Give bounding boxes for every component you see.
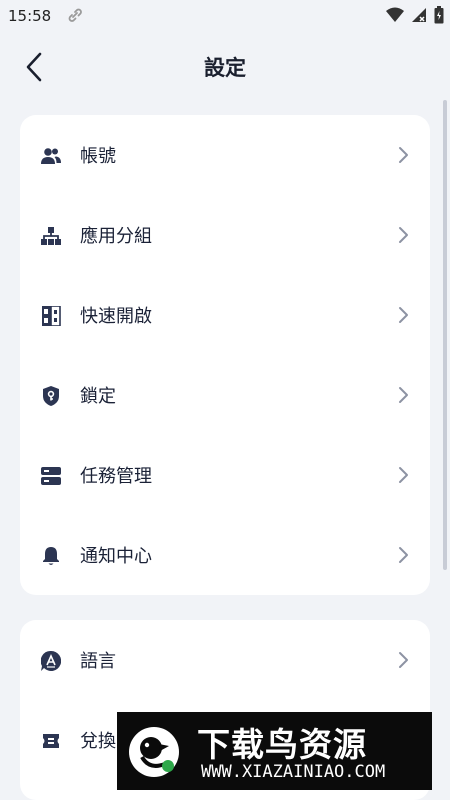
language-icon: [40, 650, 62, 672]
settings-item-task-management[interactable]: 任務管理: [20, 435, 430, 515]
watermark-title: 下载鸟资源: [197, 725, 367, 764]
settings-item-notification-center[interactable]: 通知中心: [20, 515, 430, 595]
header: 設定: [0, 38, 450, 96]
scrollbar[interactable]: [443, 100, 447, 570]
status-icons: [386, 6, 444, 28]
chevron-right-icon: [399, 387, 408, 403]
quick-open-icon: [40, 305, 62, 327]
status-bar: 15:58: [0, 0, 450, 32]
watermark-url: WWW.XIAZAINIAO.COM: [201, 762, 386, 782]
page-title: 設定: [204, 56, 246, 80]
watermark-bird-logo-icon: [129, 727, 179, 777]
settings-item-label: 快速開啟: [80, 306, 152, 327]
link-icon: [67, 7, 83, 27]
chevron-right-icon: [399, 227, 408, 243]
settings-item-language[interactable]: 語言: [20, 620, 430, 700]
redeem-icon: [40, 730, 62, 752]
settings-item-app-group[interactable]: 應用分組: [20, 195, 430, 275]
settings-item-quick-open[interactable]: 快速開啟: [20, 275, 430, 355]
settings-item-label: 語言: [80, 651, 116, 672]
chevron-right-icon: [399, 147, 408, 163]
settings-item-label: 帳號: [80, 146, 116, 167]
chevron-right-icon: [399, 307, 408, 323]
account-users-icon: [40, 145, 62, 167]
settings-item-label: 兌換: [80, 731, 116, 752]
settings-item-label: 任務管理: [80, 466, 152, 487]
settings-item-label: 通知中心: [80, 546, 152, 567]
status-time: 15:58: [8, 7, 52, 25]
chevron-right-icon: [399, 547, 408, 563]
chevron-right-icon: [399, 467, 408, 483]
watermark-banner: 下载鸟资源 WWW.XIAZAINIAO.COM: [117, 712, 432, 790]
notification-bell-icon: [40, 545, 62, 567]
app-group-icon: [40, 225, 62, 247]
settings-item-label: 應用分組: [80, 226, 152, 247]
wifi-icon: [386, 7, 404, 27]
chevron-right-icon: [399, 652, 408, 668]
settings-item-account[interactable]: 帳號: [20, 115, 430, 195]
task-management-icon: [40, 465, 62, 487]
signal-icon: [410, 7, 428, 27]
lock-shield-icon: [40, 385, 62, 407]
battery-icon: [434, 6, 444, 28]
settings-item-lock[interactable]: 鎖定: [20, 355, 430, 435]
settings-item-label: 鎖定: [80, 386, 116, 407]
settings-card-main: 帳號 應用分組 快速開啟 鎖定 任務管理 通知中心: [20, 115, 430, 595]
